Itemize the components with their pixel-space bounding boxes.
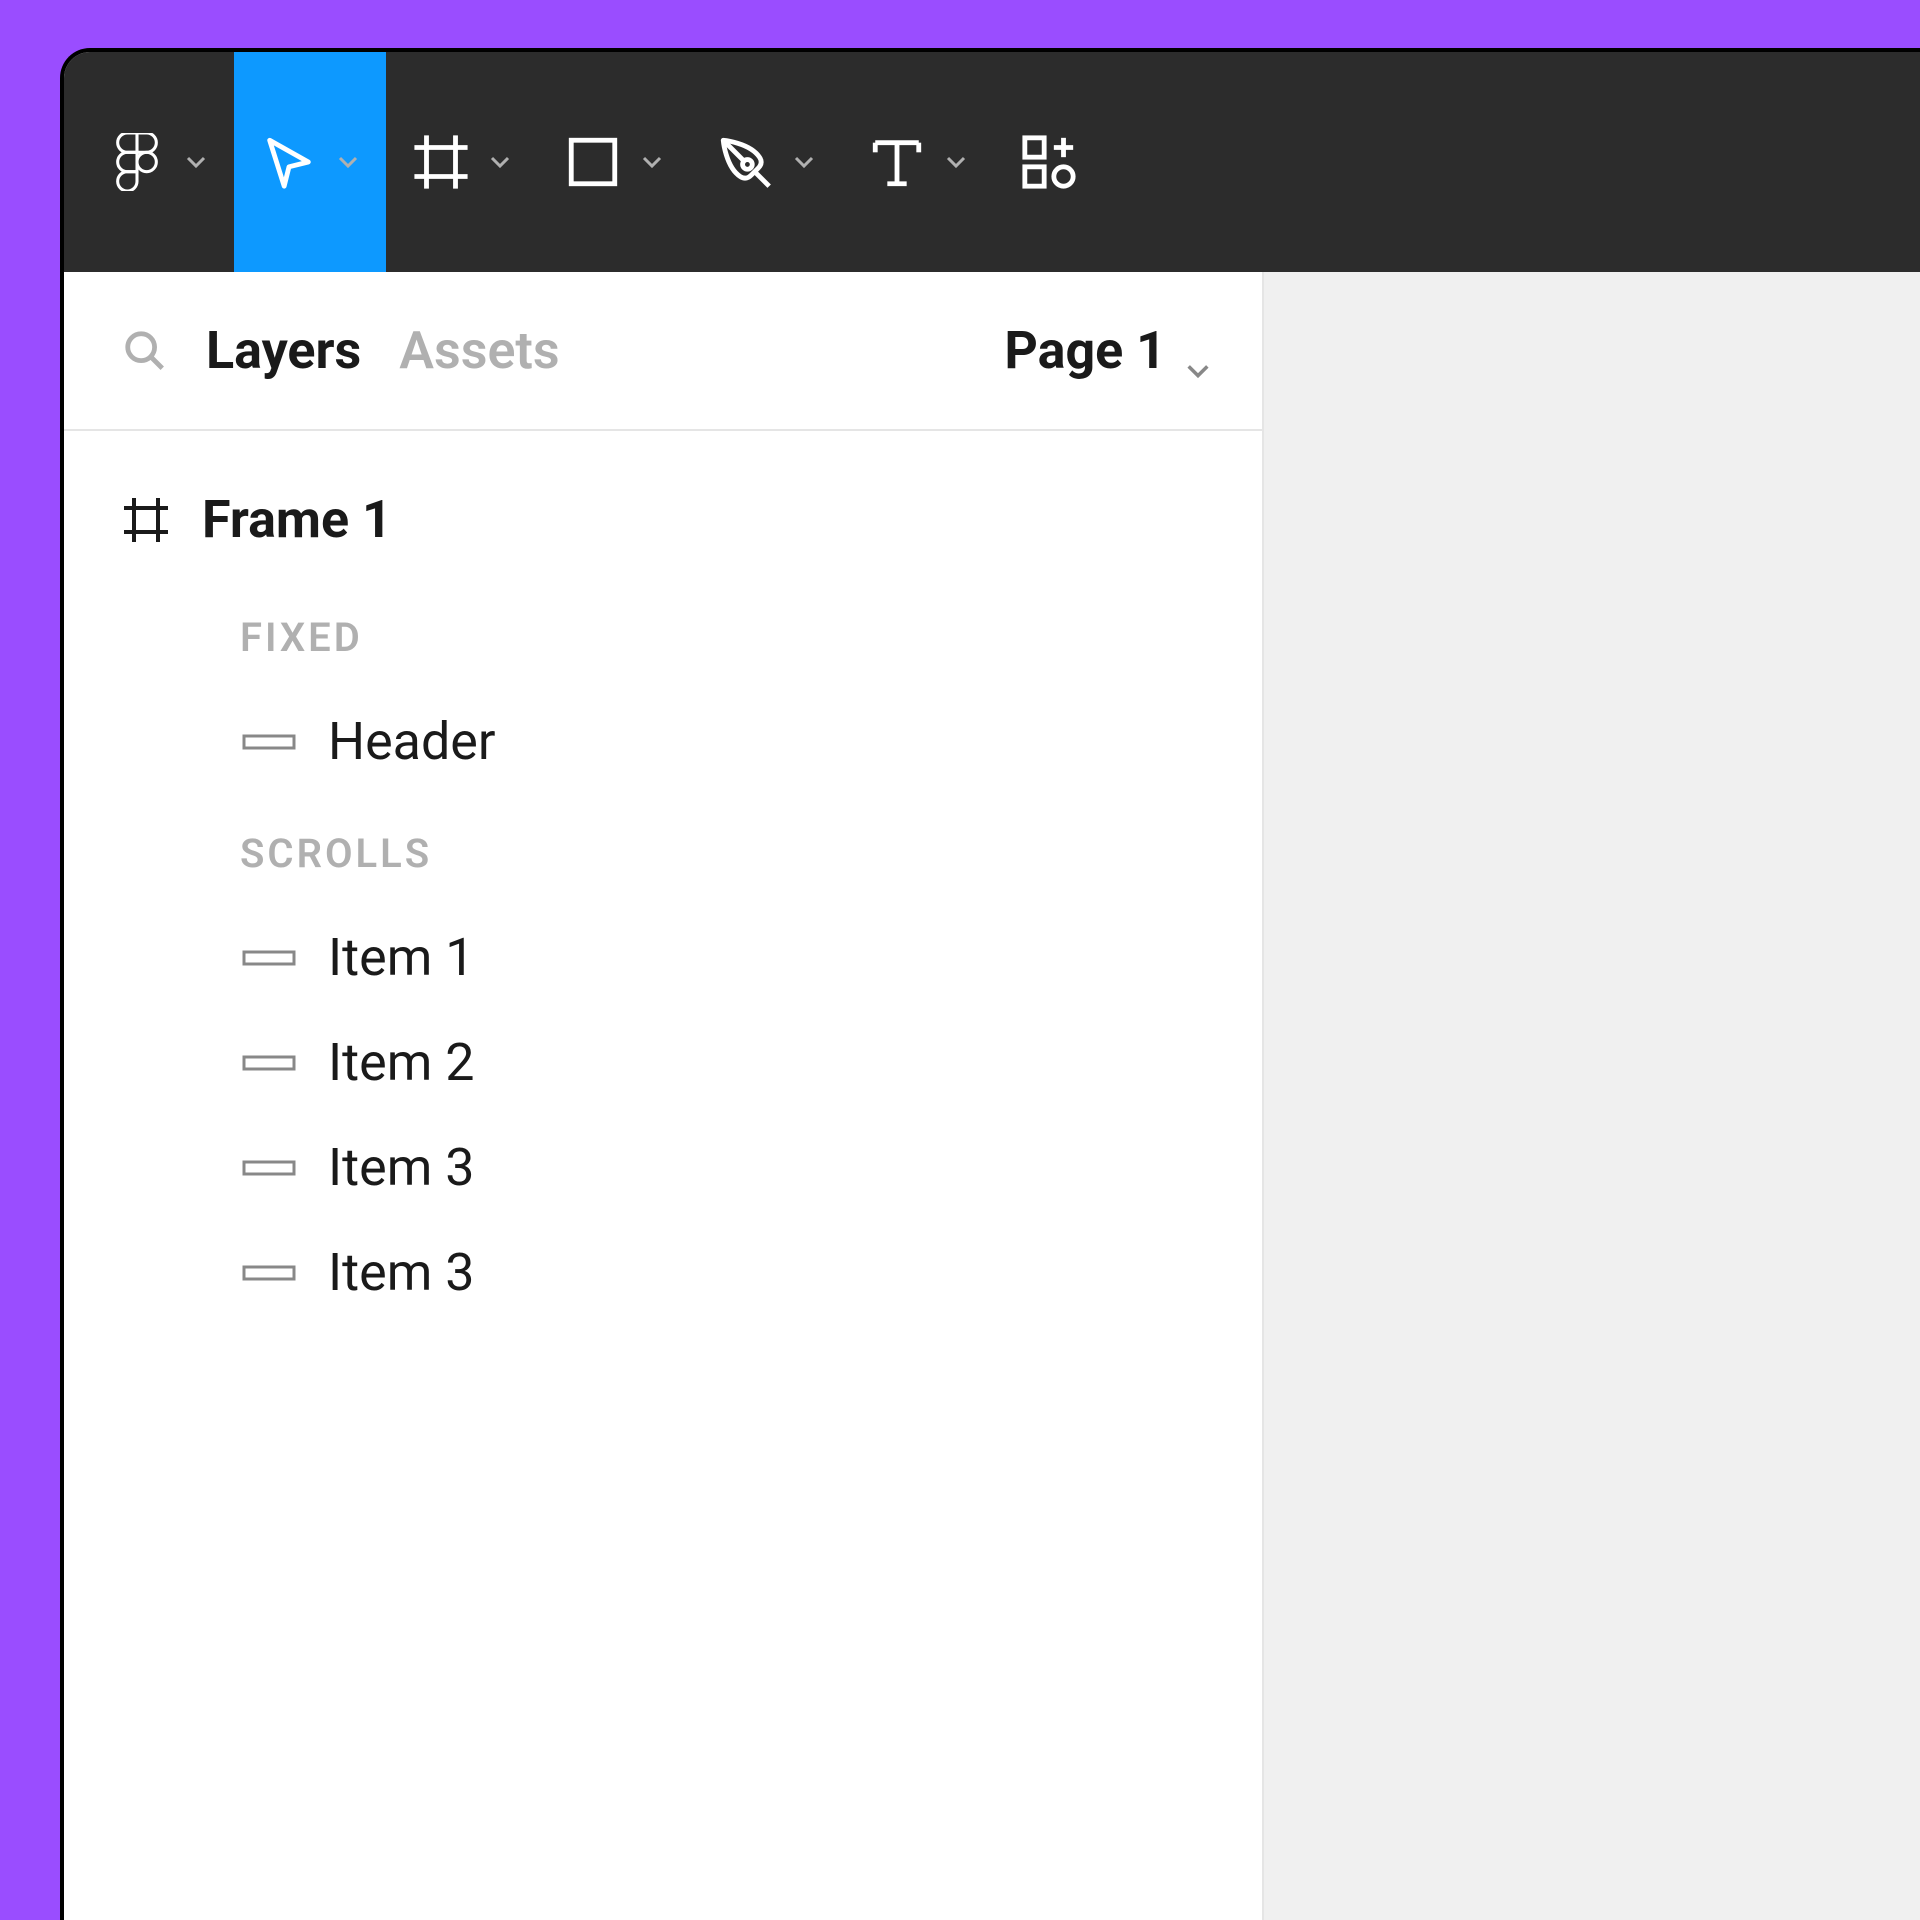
pen-tool-button[interactable] [690, 52, 842, 272]
chevron-down-icon [336, 150, 360, 174]
page-selector[interactable]: Page 1 [1004, 320, 1212, 381]
component-icon [242, 1261, 296, 1285]
text-tool-button[interactable] [842, 52, 994, 272]
content-area: Layers Assets Page 1 [64, 272, 1920, 1920]
figma-menu-button[interactable] [82, 52, 234, 272]
left-panel: Layers Assets Page 1 [64, 272, 1264, 1920]
layer-label: Item 2 [328, 1032, 474, 1093]
section-header-scrolls: SCROLLS [64, 794, 1262, 905]
component-icon [242, 946, 296, 970]
pointer-icon [260, 133, 318, 191]
layer-label: Frame 1 [202, 489, 392, 550]
layer-item[interactable]: Header [64, 689, 1262, 794]
layer-label: Item 1 [328, 927, 474, 988]
section-header-fixed: FIXED [64, 578, 1262, 689]
layer-label: Item 3 [328, 1242, 474, 1303]
layer-item[interactable]: Item 3 [64, 1115, 1262, 1220]
text-icon [868, 133, 926, 191]
layer-item[interactable]: Item 2 [64, 1010, 1262, 1115]
panel-header: Layers Assets Page 1 [64, 272, 1262, 431]
page-selector-label: Page 1 [1004, 320, 1166, 381]
figma-icon [108, 133, 166, 191]
layer-frame[interactable]: Frame 1 [64, 461, 1262, 578]
pen-icon [716, 133, 774, 191]
component-icon [242, 730, 296, 754]
chevron-down-icon [792, 150, 816, 174]
search-icon[interactable] [122, 328, 168, 374]
layers-list: Frame 1 FIXED Header SCROLLS Item 1 [64, 431, 1262, 1355]
chevron-down-icon [488, 150, 512, 174]
frame-tool-button[interactable] [386, 52, 538, 272]
component-icon [242, 1051, 296, 1075]
frame-icon [122, 496, 170, 544]
resources-tool-button[interactable] [994, 52, 1104, 272]
chevron-down-icon [1184, 337, 1212, 365]
chevron-down-icon [184, 150, 208, 174]
chevron-down-icon [944, 150, 968, 174]
resources-icon [1020, 133, 1078, 191]
layer-item[interactable]: Item 1 [64, 905, 1262, 1010]
shape-tool-button[interactable] [538, 52, 690, 272]
component-icon [242, 1156, 296, 1180]
tab-assets[interactable]: Assets [399, 320, 559, 381]
canvas-area[interactable] [1264, 272, 1920, 1920]
layer-label: Header [328, 711, 495, 772]
chevron-down-icon [640, 150, 664, 174]
layer-label: Item 3 [328, 1137, 474, 1198]
toolbar [64, 52, 1920, 272]
tab-layers[interactable]: Layers [206, 320, 361, 381]
app-window: Layers Assets Page 1 [60, 48, 1920, 1920]
move-tool-button[interactable] [234, 52, 386, 272]
frame-icon [412, 133, 470, 191]
rectangle-icon [564, 133, 622, 191]
layer-item[interactable]: Item 3 [64, 1220, 1262, 1325]
